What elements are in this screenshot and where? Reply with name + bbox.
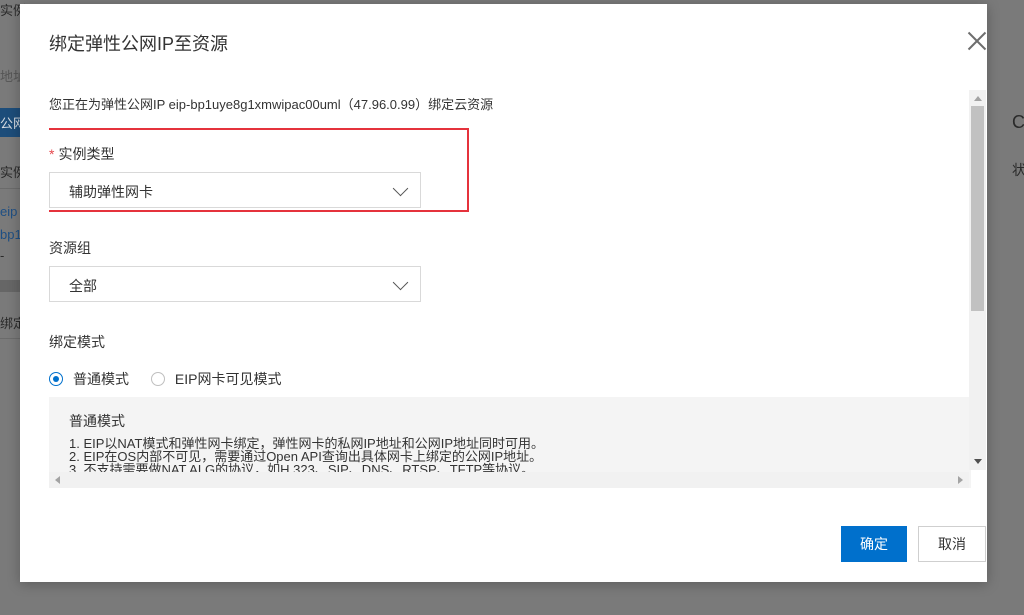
mode-description-title: 普通模式	[69, 413, 125, 429]
confirm-button[interactable]: 确定	[841, 526, 907, 562]
radio-normal-label: 普通模式	[73, 371, 129, 387]
bind-mode-label: 绑定模式	[49, 334, 105, 350]
vertical-scrollbar[interactable]	[969, 90, 986, 470]
bind-mode-radio-group: 普通模式 EIP网卡可见模式	[49, 369, 299, 391]
instance-type-value: 辅助弹性网卡	[69, 184, 153, 200]
resource-group-select[interactable]: 全部	[49, 266, 421, 302]
chevron-down-icon	[392, 180, 409, 197]
resource-group-label: 资源组	[49, 240, 91, 256]
instance-type-label: * 实例类型	[49, 144, 114, 164]
radio-unchecked-icon	[150, 372, 165, 386]
dialog-title: 绑定弹性公网IP至资源	[49, 34, 229, 54]
chevron-down-icon	[392, 274, 409, 291]
bg-divider	[0, 338, 20, 339]
scroll-right-icon[interactable]	[958, 476, 963, 484]
bg-right-char-c: C	[1012, 112, 1024, 132]
bg-divider	[0, 188, 20, 189]
scroll-thumb[interactable]	[971, 106, 984, 311]
radio-normal-mode[interactable]: 普通模式	[49, 369, 129, 389]
bg-dash: -	[0, 248, 5, 263]
required-mark: *	[49, 146, 55, 162]
bg-link-eip: eip	[0, 204, 18, 219]
scroll-left-icon[interactable]	[55, 476, 60, 484]
radio-checked-icon	[49, 372, 63, 386]
intro-text: 您正在为弹性公网IP eip-bp1uye8g1xmwipac00uml（47.…	[49, 97, 494, 112]
dialog-scroll-area[interactable]: 您正在为弹性公网IP eip-bp1uye8g1xmwipac00uml（47.…	[49, 86, 986, 488]
cancel-button[interactable]: 取消	[918, 526, 986, 562]
bg-tab-public: 公网	[0, 108, 20, 137]
horizontal-scrollbar[interactable]	[49, 472, 969, 488]
close-icon[interactable]	[964, 28, 990, 54]
radio-eip-visible-label: EIP网卡可见模式	[174, 371, 282, 387]
bg-scrollbar	[0, 280, 20, 292]
scroll-up-icon[interactable]	[974, 96, 982, 101]
scroll-down-icon[interactable]	[974, 459, 982, 464]
radio-eip-visible-mode[interactable]: EIP网卡可见模式	[150, 369, 282, 389]
bg-link-bp1: bp1	[0, 227, 22, 242]
instance-type-select[interactable]: 辅助弹性网卡	[49, 172, 421, 208]
instance-type-label-text: 实例类型	[58, 146, 115, 162]
bind-eip-dialog: 绑定弹性公网IP至资源 您正在为弹性公网IP eip-bp1uye8g1xmwi…	[20, 4, 987, 582]
bg-right-char: 状	[1012, 162, 1024, 178]
resource-group-value: 全部	[69, 278, 97, 294]
